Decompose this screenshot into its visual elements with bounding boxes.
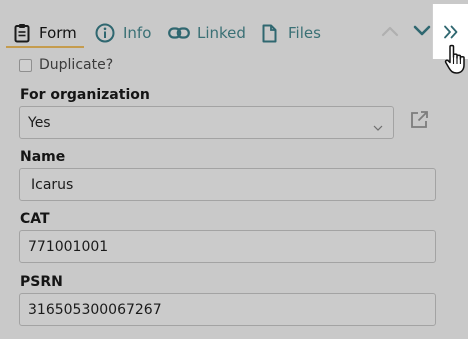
tab-bar: Form Info Linked Files xyxy=(0,0,468,64)
clipboard-icon xyxy=(14,23,30,43)
chevron-down-icon xyxy=(373,119,383,135)
file-icon xyxy=(262,24,277,43)
psrn-label: PSRN xyxy=(20,274,63,290)
org-label: For organization xyxy=(20,87,150,103)
hand-cursor-icon xyxy=(444,44,468,76)
tab-info[interactable]: Info xyxy=(95,18,151,48)
tab-form-label: Form xyxy=(39,24,77,42)
active-tab-indicator xyxy=(6,46,84,48)
org-select-value: Yes xyxy=(28,114,51,131)
previous-record-button[interactable] xyxy=(381,25,399,37)
name-label: Name xyxy=(20,149,66,165)
psrn-field[interactable]: 316505300067267 xyxy=(19,293,436,326)
link-icon xyxy=(168,26,190,40)
tab-linked[interactable]: Linked xyxy=(168,18,246,48)
open-link-button[interactable] xyxy=(410,110,429,129)
tab-files-label: Files xyxy=(288,24,321,42)
cat-label: CAT xyxy=(20,211,50,227)
double-chevron-right-icon xyxy=(443,25,459,39)
cat-field[interactable]: 771001001 xyxy=(19,230,436,263)
chevron-up-icon xyxy=(381,25,399,37)
tab-files[interactable]: Files xyxy=(262,18,321,48)
duplicate-label: Duplicate? xyxy=(39,57,114,73)
next-record-button[interactable] xyxy=(413,25,431,37)
org-select[interactable]: Yes xyxy=(19,106,394,139)
chevron-down-icon xyxy=(413,25,431,37)
external-link-icon xyxy=(410,110,429,129)
tab-info-label: Info xyxy=(123,24,152,42)
tab-form[interactable]: Form xyxy=(14,18,77,48)
duplicate-checkbox-row[interactable]: Duplicate? xyxy=(19,57,113,73)
tab-linked-label: Linked xyxy=(197,24,246,42)
duplicate-checkbox[interactable] xyxy=(19,58,32,72)
name-field[interactable]: Icarus xyxy=(19,168,436,201)
info-circle-icon xyxy=(95,23,115,43)
